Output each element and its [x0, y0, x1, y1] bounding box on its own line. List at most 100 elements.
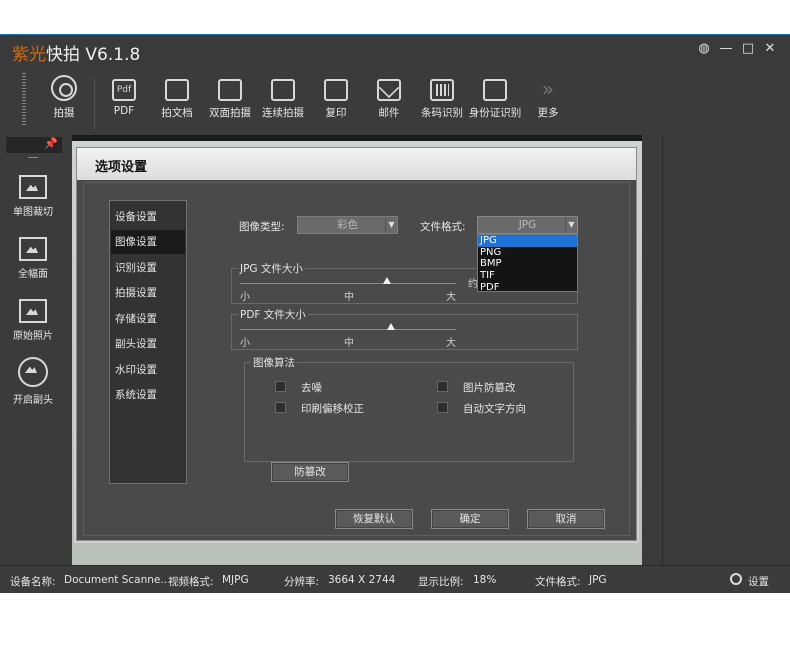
restore-defaults-button[interactable]: 恢复默认 — [335, 509, 413, 529]
sidebar-item-label: 开启副头 — [13, 395, 53, 406]
ok-button[interactable]: 确定 — [431, 509, 509, 529]
tool-id-card-label: 身份证识别 — [468, 107, 522, 119]
pdf-size-title: PDF 文件大小 — [238, 307, 308, 322]
tool-duplex[interactable]: 双面拍摄 — [202, 73, 258, 129]
nav-item-device[interactable]: 设备设置 — [111, 205, 185, 229]
minimize-button[interactable]: — — [718, 41, 734, 57]
pdf-size-large: 大 — [446, 338, 456, 349]
gear-icon[interactable] — [730, 573, 742, 585]
tool-document[interactable]: 拍文档 — [149, 73, 205, 129]
denoise-checkbox[interactable] — [275, 381, 286, 392]
tool-copy[interactable]: 复印 — [308, 73, 364, 129]
file-format-dropdown[interactable]: JPG PNG BMP TIF PDF — [477, 234, 578, 294]
cancel-button[interactable]: 取消 — [527, 509, 605, 529]
pdf-icon: Pdf — [112, 79, 136, 101]
tool-continuous[interactable]: 连续拍摄 — [255, 73, 311, 129]
document-icon — [165, 79, 189, 101]
tool-more-label: 更多 — [537, 107, 559, 119]
image-type-value: 彩色 — [337, 219, 358, 231]
chevron-down-icon: ▼ — [385, 217, 397, 233]
auto-text-direction-label: 自动文字方向 — [463, 403, 526, 415]
nav-item-watermark[interactable]: 水印设置 — [111, 358, 185, 382]
tool-pdf-label: PDF — [113, 105, 135, 117]
tool-pdf[interactable]: Pdf PDF — [96, 73, 152, 129]
tool-mail[interactable]: 邮件 — [361, 73, 417, 129]
image-anti-tamper-checkbox[interactable] — [437, 381, 448, 392]
auto-text-direction-checkbox[interactable] — [437, 402, 448, 413]
pin-icon[interactable]: 📌 — [6, 137, 62, 153]
nav-item-system[interactable]: 系统设置 — [111, 383, 185, 407]
tool-continuous-label: 连续拍摄 — [262, 107, 304, 119]
copy-icon — [324, 79, 348, 101]
anti-tamper-button[interactable]: 防篡改 — [271, 462, 349, 482]
nav-item-recognition[interactable]: 识别设置 — [111, 256, 185, 280]
tool-capture-label: 拍摄 — [53, 107, 75, 119]
app-title-brand: 紫光 — [12, 45, 46, 65]
pdf-size-small: 小 — [240, 338, 250, 349]
left-sidebar: 📌 单图裁切 全幅面 原始照片 开启副头 — [0, 135, 62, 565]
toolbar-divider — [94, 79, 95, 129]
pdf-size-track[interactable] — [240, 329, 456, 330]
sidebar-item-full-frame[interactable]: 全幅面 — [0, 237, 66, 280]
maximize-button[interactable]: □ — [740, 41, 756, 57]
title-bar: 紫光快拍 V6.1.8 ◍ — □ ✕ — [0, 35, 790, 65]
sidebar-item-label: 单图裁切 — [13, 207, 53, 218]
camera-icon — [51, 75, 77, 101]
print-offset-checkbox[interactable] — [275, 402, 286, 413]
print-offset-label: 印刷偏移校正 — [301, 403, 364, 415]
file-format-option-tif[interactable]: TIF — [478, 270, 577, 282]
tool-mail-label: 邮件 — [378, 107, 400, 119]
app-title-version: 快拍 V6.1.8 — [46, 45, 141, 65]
dialog-header[interactable]: 选项设置 — [77, 148, 636, 180]
status-resolution-value: 3664 X 2744 — [328, 574, 396, 586]
tool-more[interactable]: » 更多 — [520, 73, 576, 129]
nav-item-capture[interactable]: 拍摄设置 — [111, 281, 185, 305]
tool-duplex-label: 双面拍摄 — [209, 107, 251, 119]
status-bar: 设备名称: Document Scanne.. 视频格式: MJPG 分辨率: … — [0, 565, 790, 593]
sidebar-item-secondary-camera[interactable]: 开启副头 — [0, 357, 66, 406]
status-video-value: MJPG — [222, 574, 249, 586]
image-type-label: 图像类型: — [239, 221, 285, 233]
sidebar-item-single-crop[interactable]: 单图裁切 — [0, 175, 66, 218]
id-card-icon — [483, 79, 507, 101]
file-format-select[interactable]: JPG ▼ — [477, 216, 578, 234]
nav-item-secondary[interactable]: 副头设置 — [111, 332, 185, 356]
jpg-size-medium: 中 — [344, 292, 354, 303]
pdf-size-medium: 中 — [344, 338, 354, 349]
full-frame-icon — [19, 237, 47, 261]
single-crop-icon — [19, 175, 47, 199]
file-format-option-png[interactable]: PNG — [478, 247, 577, 259]
status-device-label: 设备名称: — [10, 576, 56, 588]
file-format-option-bmp[interactable]: BMP — [478, 258, 577, 270]
options-dialog: 选项设置 设备设置 图像设置 识别设置 拍摄设置 存储设置 副头设置 水印设置 … — [76, 147, 637, 541]
dialog-title: 选项设置 — [95, 160, 148, 175]
duplex-icon — [218, 79, 242, 101]
tool-capture[interactable]: 拍摄 — [36, 73, 92, 129]
toolbar-grip[interactable] — [22, 73, 26, 125]
file-format-option-jpg[interactable]: JPG — [478, 235, 577, 247]
pdf-size-group: PDF 文件大小 小 中 大 — [231, 307, 578, 350]
file-format-value: JPG — [518, 219, 537, 231]
nav-item-image[interactable]: 图像设置 — [111, 230, 185, 254]
chevron-down-icon: ▼ — [565, 217, 577, 233]
thumbnail-panel[interactable] — [662, 135, 790, 565]
tool-barcode-label: 条码识别 — [421, 107, 463, 119]
sidebar-item-original-photo[interactable]: 原始照片 — [0, 299, 66, 342]
status-ratio-value: 18% — [473, 574, 497, 586]
close-button[interactable]: ✕ — [762, 41, 778, 57]
jpg-size-track[interactable] — [240, 283, 456, 284]
original-photo-icon — [19, 299, 47, 323]
sidebar-item-label: 原始照片 — [13, 331, 53, 342]
status-ratio-label: 显示比例: — [418, 576, 464, 588]
file-format-option-pdf[interactable]: PDF — [478, 282, 577, 294]
jpg-size-slider-thumb[interactable] — [382, 277, 391, 284]
nav-item-storage[interactable]: 存储设置 — [111, 307, 185, 331]
settings-link[interactable]: 设置 — [748, 574, 769, 589]
image-type-select[interactable]: 彩色 ▼ — [297, 216, 398, 234]
pdf-size-slider-thumb[interactable] — [387, 323, 396, 330]
tool-copy-label: 复印 — [325, 107, 347, 119]
globe-icon[interactable]: ◍ — [696, 41, 712, 57]
tool-barcode[interactable]: 条码识别 — [414, 73, 470, 129]
tool-id-card[interactable]: 身份证识别 — [467, 73, 523, 129]
status-device-value: Document Scanne.. — [64, 574, 168, 586]
